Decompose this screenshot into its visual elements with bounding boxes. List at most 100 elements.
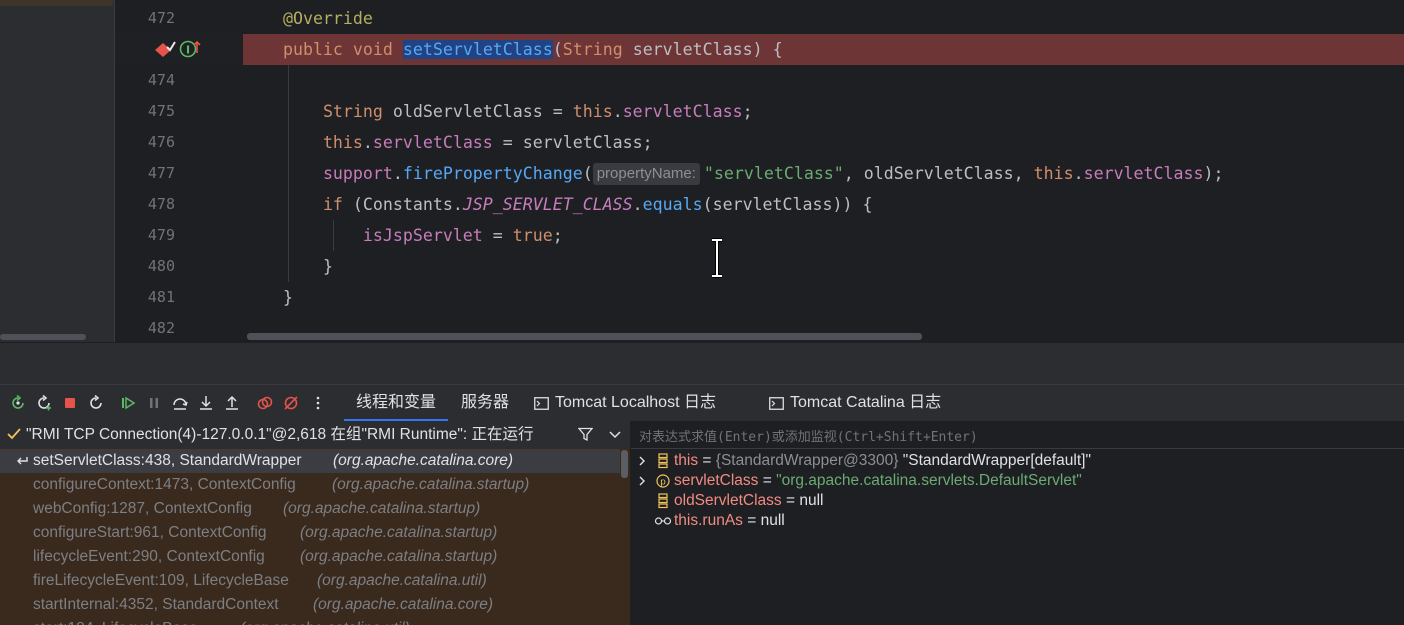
resume-icon[interactable] <box>120 395 136 411</box>
line-number: 475 <box>147 102 175 120</box>
tab-tomcat-localhost-log[interactable]: Tomcat Localhost 日志 <box>555 385 716 421</box>
variable-row[interactable]: p servletClass = "org.apache.catalina.se… <box>631 471 1404 491</box>
stack-frame[interactable]: fireLifecycleEvent:109, LifecycleBase (o… <box>0 569 620 593</box>
code-token: , oldServletClass, <box>843 164 1034 183</box>
frame-method: webConfig:1287, ContextConfig <box>33 500 252 517</box>
code-token: . <box>362 133 373 152</box>
variable-equals: = <box>781 492 800 509</box>
code-token: servletClass <box>1083 164 1204 183</box>
frame-package: (org.apache.catalina.core) <box>333 452 514 469</box>
frame-method: setServletClass:438, StandardWrapper <box>33 452 302 469</box>
code-token: . <box>632 195 643 214</box>
watch-glasses-icon <box>654 517 672 525</box>
chevron-down-icon[interactable] <box>609 430 621 439</box>
frame-method: configureContext:1473, ContextConfig <box>33 476 296 493</box>
console-icon <box>534 397 549 410</box>
stack-frame[interactable]: startInternal:4352, StandardContext (org… <box>0 593 620 617</box>
code-token: firePropertyChange <box>402 164 583 183</box>
code-token: . <box>612 102 623 121</box>
rerun-alt-icon[interactable] <box>36 395 52 411</box>
project-hscroll[interactable] <box>0 334 86 340</box>
variable-row[interactable]: oldServletClass = null <box>631 491 1404 511</box>
code-token: servletClass <box>622 102 743 121</box>
code-token: oldServletClass = <box>382 102 573 121</box>
code-token: equals <box>642 195 703 214</box>
variable-name: servletClass <box>674 472 759 489</box>
view-breakpoints-icon[interactable] <box>257 395 273 411</box>
variable-value: null <box>760 512 785 529</box>
stack-frame[interactable]: start:184, LifecycleBase (org.apache.cat… <box>0 617 620 625</box>
editor-horizontal-scrollbar[interactable] <box>247 333 922 340</box>
tab-tomcat-catalina-log[interactable]: Tomcat Catalina 日志 <box>790 385 941 421</box>
frames-scrollbar[interactable] <box>621 450 628 478</box>
code-token: ( <box>582 164 593 183</box>
code-line-478: if (Constants.JSP_SERVLET_CLASS.equals(s… <box>243 189 873 220</box>
line-number: 477 <box>147 164 175 182</box>
line-number: 481 <box>147 288 175 306</box>
evaluate-expression-field[interactable]: 对表达式求值(Enter)或添加监视(Ctrl+Shift+Enter) <box>631 421 1404 449</box>
code-token: if <box>322 195 343 214</box>
implements-method-icon[interactable]: I <box>178 38 202 60</box>
stack-frame[interactable]: webConfig:1287, ContextConfig (org.apach… <box>0 497 620 521</box>
code-token: = <box>482 226 513 245</box>
variables-panel: 对表达式求值(Enter)或添加监视(Ctrl+Shift+Enter) thi… <box>631 421 1404 625</box>
variable-equals: = <box>742 512 761 529</box>
tab-servers[interactable]: 服务器 <box>461 385 509 421</box>
step-out-icon[interactable] <box>224 395 240 411</box>
code-token: JSP_SERVLET_CLASS <box>462 195 633 214</box>
code-line-475: String oldServletClass = this.servletCla… <box>243 96 753 127</box>
stack-frame[interactable]: lifecycleEvent:290, ContextConfig (org.a… <box>0 545 620 569</box>
code-token: (Constants. <box>342 195 463 214</box>
variable-value: "StandardWrapper[default]" <box>902 452 1091 469</box>
thread-name: "RMI TCP Connection(4)-127.0.0.1"@2,618 … <box>26 426 534 443</box>
stack-frame[interactable]: configureStart:961, ContextConfig (org.a… <box>0 521 620 545</box>
debug-panel-header-space <box>0 342 1404 385</box>
frame-package: (org.apache.catalina.core) <box>313 596 494 613</box>
code-editor[interactable]: 472 474 475 476 477 478 479 480 481 482 … <box>0 0 1404 342</box>
thread-selector[interactable]: "RMI TCP Connection(4)-127.0.0.1"@2,618 … <box>0 421 630 448</box>
pause-icon[interactable] <box>146 395 162 411</box>
code-line-481: } <box>243 282 293 313</box>
stack-frame-current[interactable]: setServletClass:438, StandardWrapper (or… <box>0 449 620 473</box>
expand-arrow-icon[interactable] <box>638 476 646 486</box>
code-token: (servletClass)) { <box>702 195 873 214</box>
code-token: . <box>392 164 403 183</box>
code-token: true <box>512 226 553 245</box>
code-token: this <box>1033 164 1074 183</box>
code-token: this <box>322 133 363 152</box>
line-number: 472 <box>147 9 175 27</box>
code-line-477: support.firePropertyChange(propertyName:… <box>243 158 1223 189</box>
line-number: 474 <box>147 71 175 89</box>
line-number: 479 <box>147 226 175 244</box>
frames-panel: "RMI TCP Connection(4)-127.0.0.1"@2,618 … <box>0 421 631 625</box>
variable-row[interactable]: this = {StandardWrapper@3300} "StandardW… <box>631 451 1404 471</box>
variable-row[interactable]: this.runAs = null <box>631 511 1404 531</box>
more-options-icon[interactable] <box>310 395 326 411</box>
step-over-icon[interactable] <box>172 395 188 411</box>
line-number: 476 <box>147 133 175 151</box>
frame-package: (org.apache.catalina.util) <box>240 617 410 625</box>
expand-arrow-icon[interactable] <box>638 456 646 466</box>
restart-icon[interactable] <box>88 395 104 411</box>
rerun-icon[interactable] <box>10 395 26 411</box>
tab-threads-variables[interactable]: 线程和变量 <box>344 385 449 421</box>
variable-type: {StandardWrapper@3300} <box>715 452 903 469</box>
stack-frame[interactable]: configureContext:1473, ContextConfig (or… <box>0 473 620 497</box>
debug-toolbar: 线程和变量 服务器 Tomcat Localhost 日志 Tomcat Cat… <box>0 384 1404 422</box>
frame-package: (org.apache.catalina.util) <box>317 572 487 589</box>
code-token: . <box>1073 164 1084 183</box>
mute-breakpoints-icon[interactable] <box>283 395 299 411</box>
filter-icon[interactable] <box>578 427 593 442</box>
code-token: } <box>282 288 293 307</box>
line-number: 480 <box>147 257 175 275</box>
stop-icon[interactable] <box>62 395 78 411</box>
variable-equals: = <box>758 472 777 489</box>
breakpoint-icon[interactable] <box>153 39 177 59</box>
variable-name: oldServletClass <box>674 492 782 509</box>
code-line-473: public void setServletClass(String servl… <box>243 34 783 65</box>
variable-name: this <box>674 452 699 469</box>
code-token: ; <box>742 102 753 121</box>
step-into-icon[interactable] <box>198 395 214 411</box>
frame-method: fireLifecycleEvent:109, LifecycleBase <box>33 572 289 589</box>
frame-method: configureStart:961, ContextConfig <box>33 524 267 541</box>
